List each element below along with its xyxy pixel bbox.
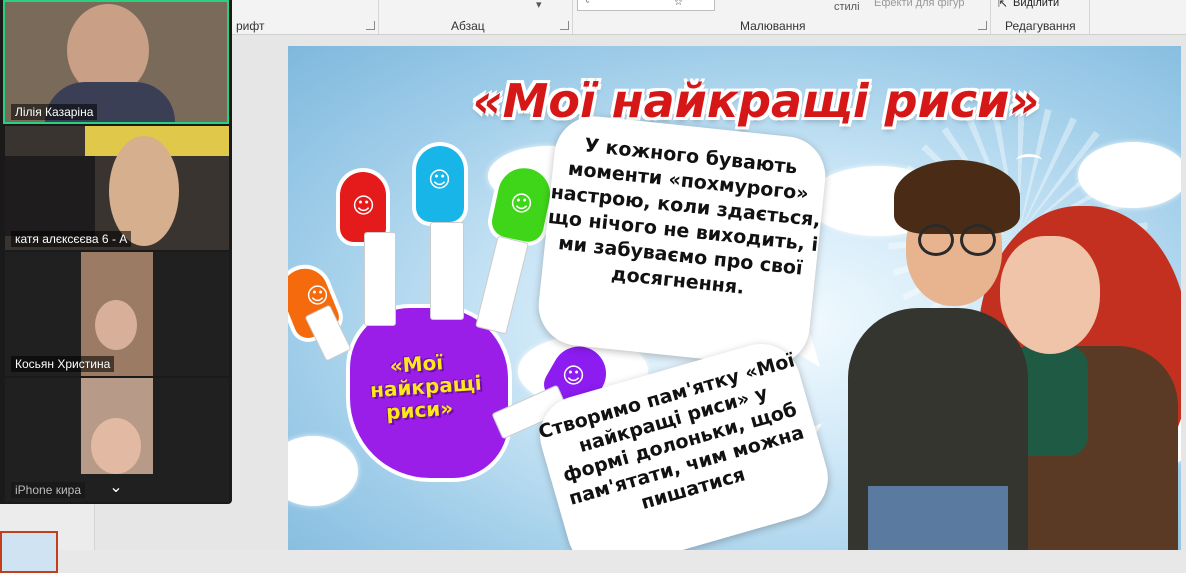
speech-bubble-intro: У кожного бувають моменти «похмурого» на… (534, 112, 830, 370)
smiley-face-icon: ☺ (352, 194, 375, 219)
participant-name: катя алєксєєва 6 - А (11, 231, 132, 247)
slide-title: «Мої найкращі риси» (472, 74, 1040, 128)
ribbon-group-drawing-label: Малювання (740, 19, 806, 33)
smiley-face-icon: ☺ (562, 364, 585, 389)
finger-label-slot (304, 304, 352, 362)
ribbon-separator (1089, 0, 1090, 34)
participant-name: Косьян Христина (11, 356, 115, 372)
girl-face (1000, 236, 1100, 354)
glasses-icon (960, 224, 996, 256)
participant-name: iPhone кира (11, 482, 85, 498)
select-arrow-icon[interactable]: ⇱ (998, 0, 1007, 10)
ribbon-separator (990, 0, 991, 34)
participant-video (109, 136, 179, 246)
drawing-dialog-launcher[interactable] (978, 21, 987, 30)
ribbon-group-paragraph-label: Абзац (451, 19, 485, 33)
select-button[interactable]: Виділити (1013, 0, 1059, 9)
presentation-slide: «Мої найкращі риси» ☺ ☺ ☺ ☺ ☺ «Мої найкр… (288, 46, 1181, 550)
bird-decoration (1016, 154, 1042, 167)
star-shape-icon[interactable]: ☆ (674, 0, 683, 8)
participant-video (91, 418, 141, 474)
finger-label-slot (364, 232, 396, 326)
shapes-gallery[interactable]: ᶜ ☆ (577, 0, 715, 11)
participant-tile[interactable]: Косьян Христина (5, 252, 229, 376)
ribbon-group-font-label: рифт (236, 19, 265, 33)
ribbon-group-editing-label: Редагування (1005, 19, 1076, 33)
participant-tile[interactable]: катя алєксєєва 6 - А (5, 126, 229, 250)
boy-hair (894, 160, 1020, 234)
slide-thumbnail-selected[interactable] (0, 531, 58, 573)
smiley-face-icon: ☺ (510, 192, 533, 217)
quick-styles-label[interactable]: стилі (834, 1, 860, 13)
curve-shape-icon[interactable]: ᶜ (586, 0, 590, 8)
hand-label: «Мої найкращі риси» (369, 350, 483, 425)
boy-jeans (868, 486, 1008, 550)
cloud-decoration (288, 436, 358, 506)
active-speaker-border (3, 0, 229, 124)
paragraph-dialog-launcher[interactable] (560, 21, 569, 30)
participant-video (95, 300, 137, 350)
video-gallery-panel: Лілія Казаріна катя алєксєєва 6 - А Кось… (0, 0, 232, 504)
finger-label-slot (430, 222, 464, 320)
participant-video (5, 156, 95, 236)
cloud-decoration (1078, 142, 1181, 208)
shape-effects-label[interactable]: Ефекти для фігур (874, 0, 965, 9)
smiley-face-icon: ☺ (306, 284, 329, 309)
arrange-icon[interactable]: ▾ (536, 0, 542, 11)
chevron-down-icon[interactable]: ⌄ (106, 478, 126, 498)
smiley-face-icon: ☺ (428, 168, 451, 193)
font-dialog-launcher[interactable] (366, 21, 375, 30)
glasses-icon (918, 224, 954, 256)
ribbon-separator (572, 0, 573, 34)
finger-label-slot (475, 235, 529, 335)
ribbon-separator (378, 0, 379, 34)
